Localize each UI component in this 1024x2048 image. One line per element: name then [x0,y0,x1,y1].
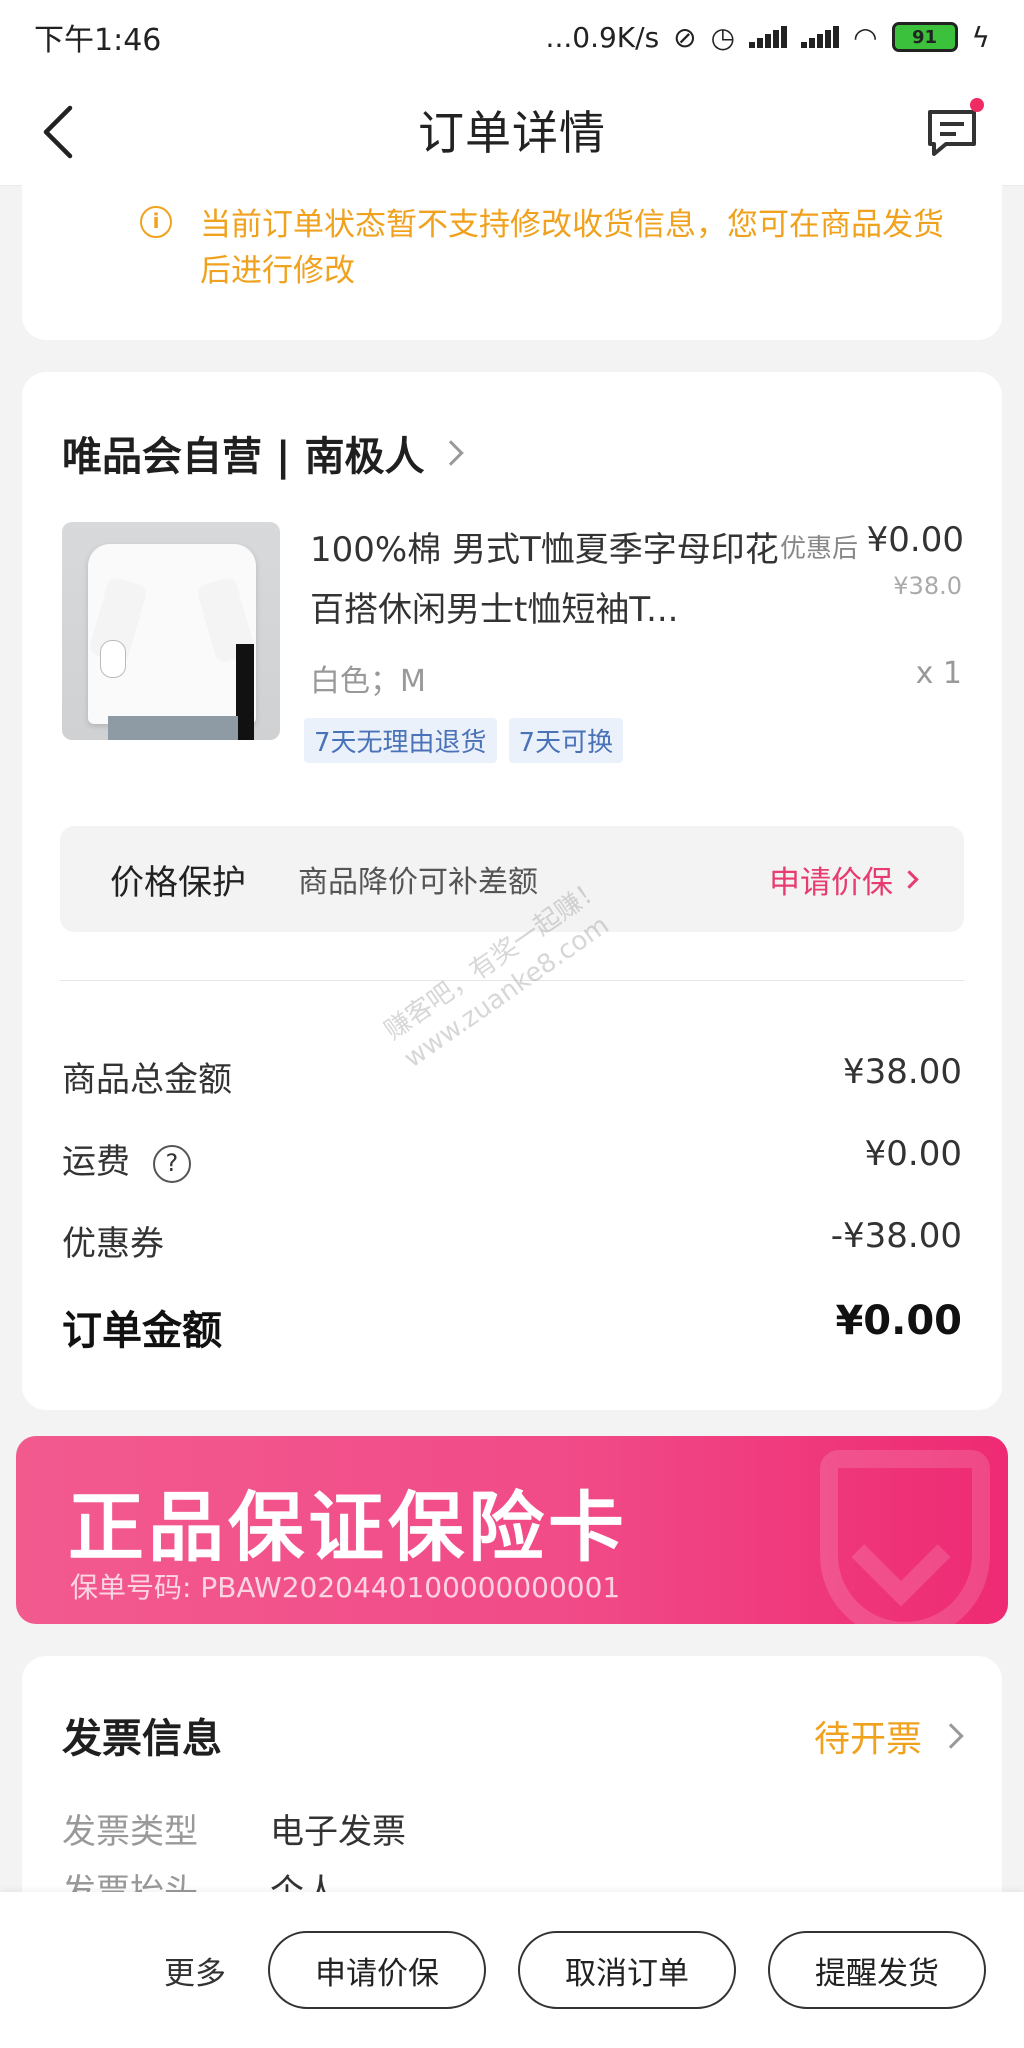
link-icon: ⊘ [673,20,697,54]
policy-number: 保单号码: PBAW2020440100000000001 [70,1571,621,1604]
wifi-icon: ◠ [853,20,878,54]
help-icon[interactable]: ? [152,1144,191,1183]
product-title[interactable]: 100%棉 男式T恤夏季字母印花百搭休闲男士t恤短袖T... [310,520,780,640]
bottom-action-bar: 更多 申请价保 取消订单 提醒发货 [0,1892,1024,2048]
store-link[interactable]: 唯品会自营 | 南极人 [62,424,465,482]
summary-value: -¥38.00 [830,1216,962,1256]
address-notice-card: i 当前订单状态暂不支持修改收货信息，您可在商品发货后进行修改 [22,168,1002,340]
tshirt-graphic [87,544,257,740]
price-protection-desc: 商品降价可补差额 [298,865,538,900]
message-badge-dot [970,98,984,112]
notice-text: 当前订单状态暂不支持修改收货信息，您可在商品发货后进行修改 [200,207,944,289]
price-protection-row: 价格保护 商品降价可补差额 申请价保 [60,826,964,932]
network-speed: ...0.9K/s [545,20,660,54]
status-bar: 下午1:46 ...0.9K/s ⊘ ◷ ◠ 91 ϟ [0,0,1024,74]
order-total-value: ¥0.00 [835,1298,962,1344]
chevron-right-icon [938,1723,964,1749]
apply-price-protection-button[interactable]: 申请价保 [268,1931,486,2009]
insurance-card[interactable]: 正品保证保险卡 保单号码: PBAW2020440100000000001 [16,1436,1008,1624]
discount-price-label: 优惠后 [779,534,858,564]
info-icon: i [140,206,172,238]
summary-label: 优惠券 [62,1224,164,1264]
invoice-status: 待开票 [813,1719,922,1760]
summary-value: ¥0.00 [864,1134,962,1174]
charging-icon: ϟ [971,20,990,54]
chevron-left-icon[interactable] [36,102,90,162]
summary-row-goods-total: 商品总金额 ¥38.00 [62,1052,962,1101]
discount-price: ¥0.00 [866,520,964,560]
tag-return-7days: 7天无理由退货 [304,718,497,763]
product-spec: 白色；M [310,664,426,699]
more-button[interactable]: 更多 [164,1948,226,1993]
status-time: 下午1:46 [34,23,162,58]
invoice-title: 发票信息 [62,1716,222,1762]
invoice-type-value: 电子发票 [270,1812,406,1852]
price-protection-title: 价格保护 [110,862,246,903]
cancel-order-button[interactable]: 取消订单 [518,1931,736,2009]
service-tags: 7天无理由退货 7天可换 [304,718,624,763]
apply-price-protection-label: 申请价保 [769,864,893,901]
order-total-label: 订单金额 [62,1308,222,1354]
store-name: 唯品会自营 | 南极人 [62,434,425,480]
product-image[interactable] [62,522,280,740]
summary-row-coupon: 优惠券 -¥38.00 [62,1216,962,1265]
page-title: 订单详情 [418,105,606,160]
summary-label: 运费 [62,1142,130,1182]
status-icons: ...0.9K/s ⊘ ◷ ◠ 91 ϟ [546,21,990,54]
battery-icon: 91 [891,22,958,52]
summary-value: ¥38.00 [843,1052,962,1092]
message-button[interactable] [924,98,984,160]
summary-row-order-total: 订单金额 ¥0.00 [62,1298,962,1356]
summary-row-shipping: 运费 ? ¥0.00 [62,1134,962,1183]
signal-icon-2 [801,26,840,48]
signal-icon [749,26,788,48]
alarm-icon: ◷ [710,20,736,54]
remind-shipping-button[interactable]: 提醒发货 [768,1931,986,2009]
chevron-right-icon [438,440,465,466]
chevron-right-icon [900,869,919,889]
invoice-status-link[interactable]: 待开票 [813,1710,964,1762]
message-icon [928,110,976,156]
product-quantity: x 1 [915,656,962,691]
original-price: ¥38.0 [893,572,962,600]
summary-label: 商品总金额 [62,1060,232,1100]
tag-exchange-7days: 7天可换 [508,718,624,763]
apply-price-protection-link[interactable]: 申请价保 [769,857,919,902]
insurance-title: 正品保证保险卡 [68,1483,628,1572]
order-card: 唯品会自营 | 南极人 100%棉 男式T恤夏季字母印花百搭休闲男士t恤短袖T.… [22,372,1002,1410]
invoice-type-label: 发票类型 [62,1812,198,1852]
